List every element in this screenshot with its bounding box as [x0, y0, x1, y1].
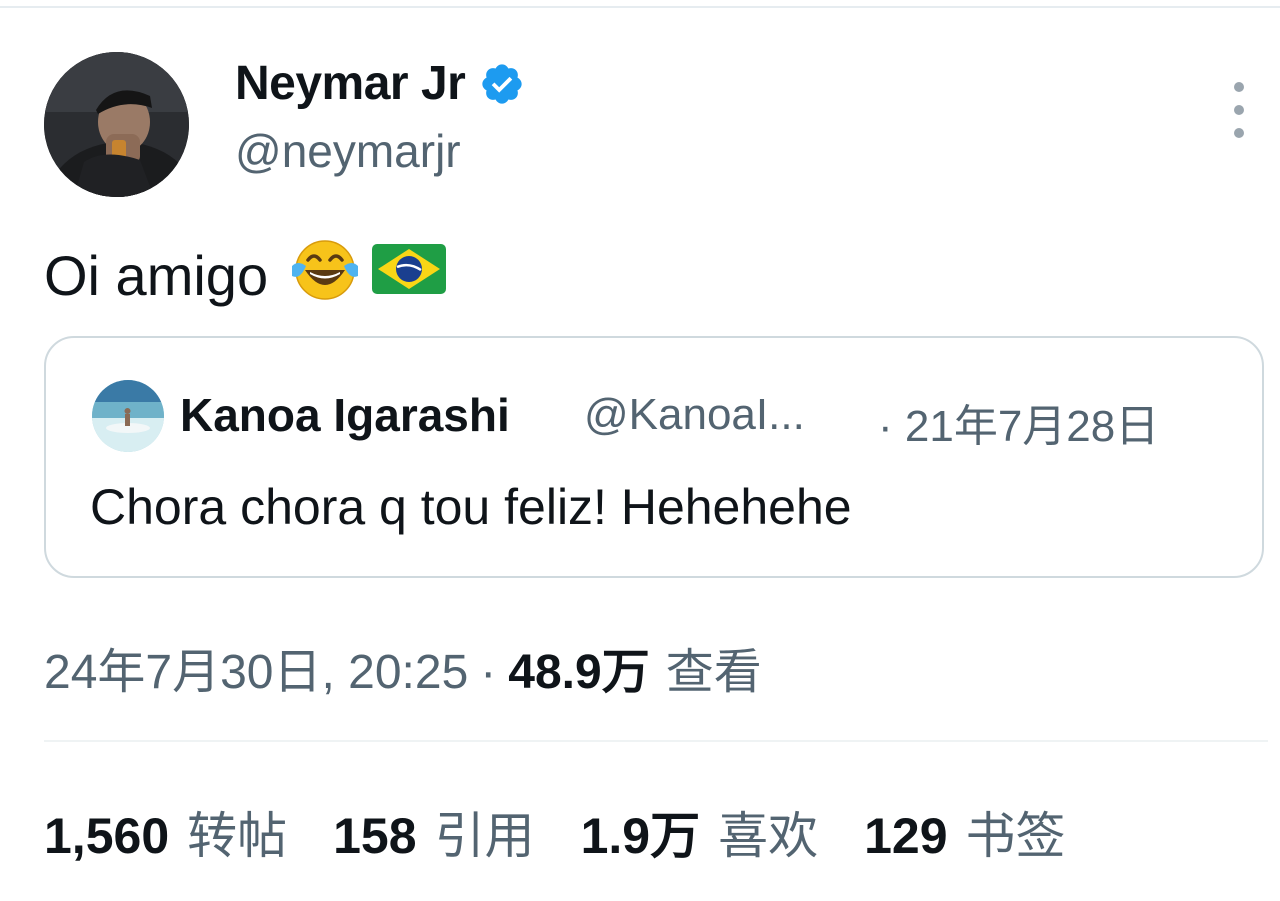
quoted-tweet-date: · 21年7月28日: [878, 402, 1160, 451]
face-with-tears-of-joy-icon: [288, 236, 362, 315]
more-dot-icon: [1234, 105, 1244, 115]
quoted-author-avatar[interactable]: [92, 380, 164, 452]
quoted-tweet-text: Chora chora q tou feliz! Hehehehe: [90, 479, 852, 535]
stat-reposts[interactable]: 1,560 转帖: [44, 796, 287, 868]
top-divider: [0, 6, 1280, 8]
tweet-timestamp[interactable]: 24年7月30日, 20:25: [44, 632, 468, 702]
stat-count: 1.9万: [580, 808, 701, 864]
quoted-tweet-card[interactable]: Kanoa Igarashi @KanoaI... · 21年7月28日 Cho…: [44, 336, 1264, 578]
brazil-flag-icon: [370, 240, 448, 311]
tweet-meta: 24年7月30日, 20:25 · 48.9万 查看: [44, 632, 762, 702]
stat-quotes[interactable]: 158 引用: [333, 796, 534, 868]
more-options-button[interactable]: [1221, 82, 1257, 138]
stat-bookmarks[interactable]: 129 书签: [864, 796, 1065, 868]
quoted-author-name[interactable]: Kanoa Igarashi: [180, 388, 510, 442]
more-dot-icon: [1234, 128, 1244, 138]
views-count: 48.9万: [508, 646, 650, 699]
verified-badge-icon: [479, 61, 525, 107]
stat-count: 158: [333, 808, 417, 864]
engagement-stats: 1,560 转帖 158 引用 1.9万 喜欢 129 书签: [44, 796, 1112, 868]
author-handle[interactable]: @neymarjr: [235, 124, 461, 178]
author-avatar[interactable]: [44, 52, 189, 197]
stat-label: 引用: [434, 808, 535, 864]
stat-likes[interactable]: 1.9万 喜欢: [581, 796, 819, 868]
meta-separator: ·: [480, 646, 497, 699]
author-display-name[interactable]: Neymar Jr: [235, 56, 466, 111]
more-dot-icon: [1234, 82, 1244, 92]
stat-count: 129: [864, 808, 948, 864]
author-name-row[interactable]: Neymar Jr: [235, 56, 525, 111]
stat-label: 喜欢: [718, 808, 819, 864]
views-label: 查看: [665, 646, 762, 699]
stat-label: 书签: [965, 808, 1066, 864]
divider: [44, 740, 1268, 742]
stat-count: 1,560: [44, 808, 170, 864]
tweet-body: Oi amigo: [44, 244, 269, 307]
tweet-text: Oi amigo: [44, 236, 448, 315]
stat-label: 转帖: [187, 808, 288, 864]
quoted-author-handle[interactable]: @KanoaI...: [584, 390, 805, 440]
